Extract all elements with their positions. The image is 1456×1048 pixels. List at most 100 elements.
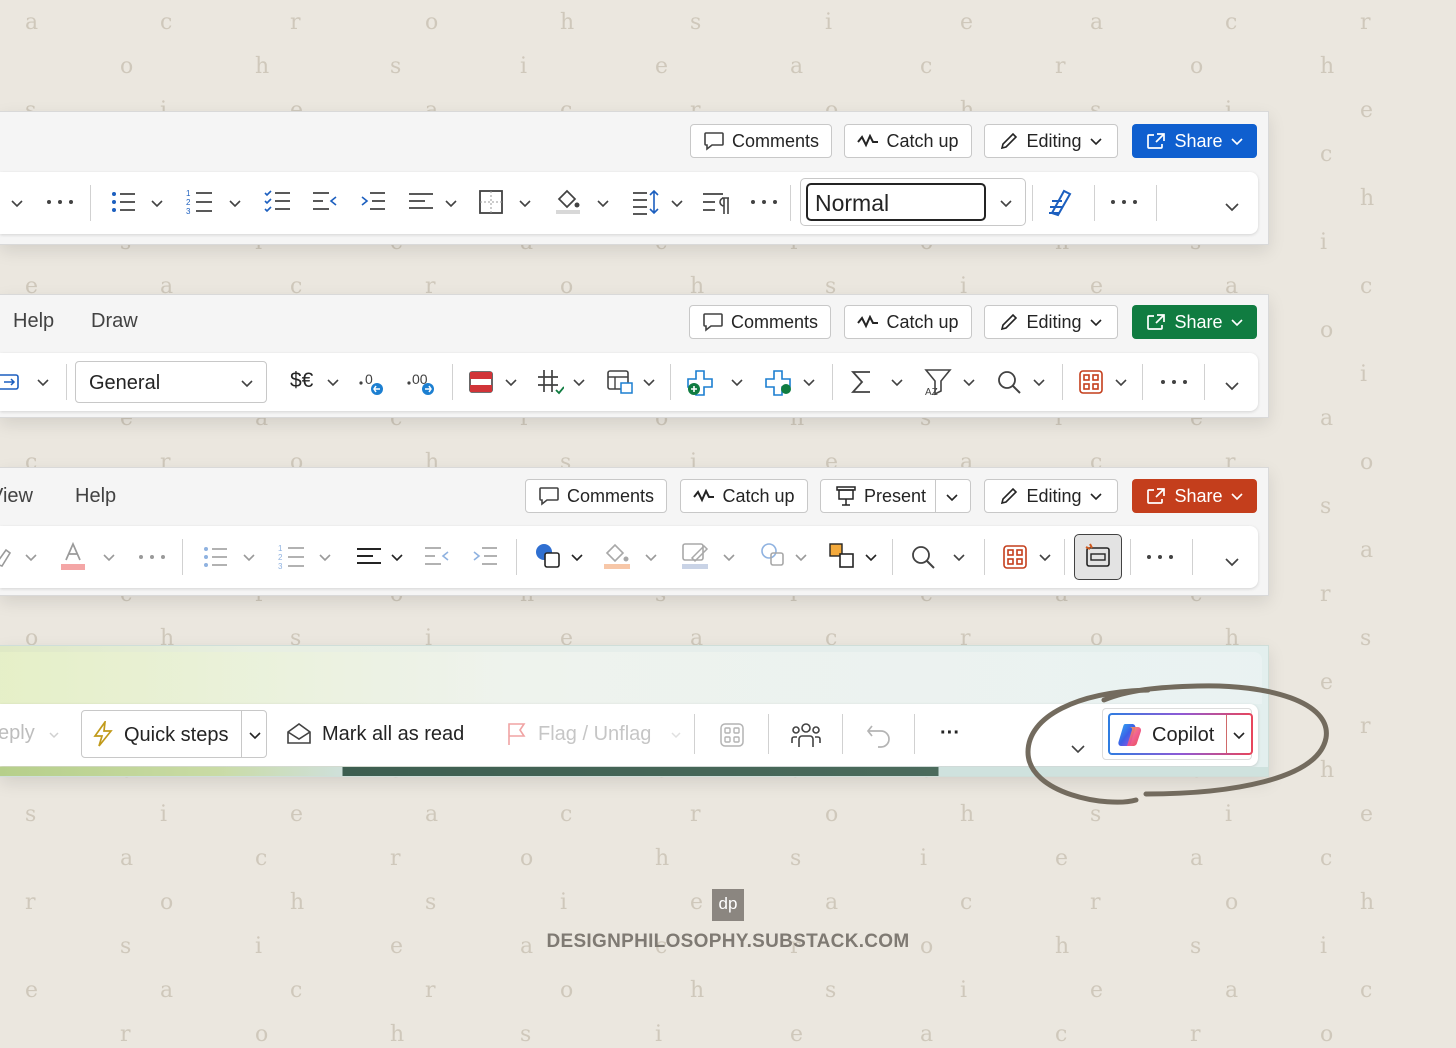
format-as-table-icon[interactable] — [606, 368, 634, 396]
increase-indent-icon[interactable] — [472, 544, 498, 570]
align-left-icon[interactable] — [408, 189, 434, 215]
shapes-icon[interactable] — [534, 542, 562, 570]
people-group-icon[interactable] — [790, 721, 822, 749]
align-left-icon[interactable] — [356, 544, 382, 570]
chevron-down-icon[interactable] — [572, 377, 586, 387]
increase-indent-icon[interactable] — [360, 189, 386, 215]
chevron-down-icon[interactable] — [248, 730, 262, 740]
number-format-select[interactable]: General — [75, 361, 267, 403]
expand-ribbon-icon[interactable] — [1224, 202, 1240, 212]
chevron-down-icon[interactable] — [1114, 377, 1128, 387]
catch-up-button[interactable]: Catch up — [844, 124, 972, 158]
find-search-icon[interactable] — [996, 369, 1022, 395]
chevron-down-icon[interactable] — [390, 552, 404, 562]
chevron-down-icon[interactable] — [48, 730, 60, 740]
add-ins-icon[interactable] — [1078, 369, 1104, 395]
chevron-down-icon[interactable] — [326, 377, 340, 387]
find-search-icon[interactable] — [910, 544, 936, 570]
borders-icon[interactable] — [478, 189, 504, 215]
increase-decimal-icon[interactable]: 00 — [406, 367, 438, 397]
style-input[interactable]: Normal — [806, 183, 986, 221]
chevron-down-icon[interactable] — [644, 552, 658, 562]
chevron-down-icon[interactable] — [518, 198, 532, 208]
chevron-down-icon[interactable] — [318, 552, 332, 562]
chevron-down-icon[interactable] — [1032, 377, 1046, 387]
chevron-down-icon[interactable] — [596, 198, 610, 208]
decrease-decimal-icon[interactable]: 0 — [358, 367, 388, 397]
chevron-down-icon[interactable] — [228, 198, 242, 208]
numbered-list-icon[interactable]: 123 — [186, 187, 214, 215]
chevron-down-icon[interactable] — [952, 552, 966, 562]
line-spacing-icon[interactable] — [632, 188, 660, 216]
undo-icon[interactable] — [866, 722, 892, 748]
chevron-down-icon[interactable] — [864, 552, 878, 562]
more-options-icon[interactable]: ··· — [940, 722, 960, 745]
catch-up-button[interactable]: Catch up — [680, 479, 808, 513]
sort-filter-icon[interactable]: AZ — [924, 367, 954, 397]
bullet-list-icon[interactable] — [110, 189, 136, 215]
chevron-down-icon[interactable] — [794, 552, 808, 562]
more-options-icon[interactable] — [1160, 378, 1188, 386]
chevron-down-icon[interactable] — [999, 198, 1013, 208]
chevron-down-icon[interactable] — [670, 198, 684, 208]
chevron-down-icon[interactable] — [945, 492, 959, 502]
more-options-icon[interactable] — [1146, 553, 1174, 561]
arrange-icon[interactable] — [828, 542, 856, 570]
expand-ribbon-icon[interactable] — [1224, 557, 1240, 567]
shape-outline-icon[interactable] — [680, 540, 710, 570]
delete-cells-icon[interactable] — [764, 367, 794, 397]
decrease-indent-icon[interactable] — [424, 544, 450, 570]
editing-mode-button[interactable]: Editing — [984, 305, 1118, 339]
chevron-down-icon[interactable] — [36, 377, 50, 387]
chevron-down-icon[interactable] — [102, 552, 116, 562]
shading-icon[interactable] — [554, 187, 582, 215]
chevron-down-icon[interactable] — [962, 377, 976, 387]
designer-button[interactable] — [1074, 534, 1122, 580]
bullet-list-icon[interactable] — [202, 544, 228, 570]
autosum-icon[interactable] — [850, 369, 874, 395]
chevron-down-icon[interactable] — [504, 377, 518, 387]
chevron-down-icon[interactable] — [10, 198, 24, 208]
chevron-down-icon[interactable] — [444, 198, 458, 208]
chevron-down-icon[interactable] — [150, 198, 164, 208]
more-options-icon[interactable] — [750, 198, 778, 206]
chevron-down-icon[interactable] — [1038, 552, 1052, 562]
chevron-down-icon[interactable] — [670, 730, 682, 740]
share-button[interactable]: Share — [1132, 479, 1257, 513]
paragraph-mark-icon[interactable] — [702, 189, 730, 215]
chevron-down-icon[interactable] — [570, 552, 584, 562]
designer-pen-icon[interactable] — [1046, 187, 1076, 217]
editing-mode-button[interactable]: Editing — [984, 124, 1118, 158]
insert-cells-icon[interactable] — [686, 367, 716, 397]
decrease-indent-icon[interactable] — [312, 189, 338, 215]
present-button[interactable]: Present — [820, 479, 971, 513]
conditional-formatting-icon[interactable] — [468, 370, 494, 394]
cell-borders-icon[interactable] — [536, 368, 564, 396]
tab-view[interactable]: View — [0, 485, 33, 508]
wrap-text-icon[interactable] — [0, 372, 20, 392]
comments-button[interactable]: Comments — [689, 305, 831, 339]
highlight-icon[interactable] — [0, 546, 12, 568]
flag-unflag-button[interactable]: Flag / Unflag — [506, 714, 651, 754]
currency-format-button[interactable]: $€ — [290, 369, 313, 393]
chevron-down-icon[interactable] — [24, 552, 38, 562]
checklist-icon[interactable] — [264, 189, 292, 215]
tab-draw[interactable]: Draw — [91, 310, 138, 333]
shape-fill-icon[interactable] — [602, 540, 632, 570]
reply-button[interactable]: eply — [0, 722, 35, 745]
chevron-down-icon[interactable] — [722, 552, 736, 562]
comments-button[interactable]: Comments — [690, 124, 832, 158]
chevron-down-icon[interactable] — [242, 552, 256, 562]
share-button[interactable]: Share — [1132, 305, 1257, 339]
shape-effects-icon[interactable] — [758, 540, 788, 570]
add-ins-icon[interactable] — [1002, 544, 1028, 570]
chevron-down-icon[interactable] — [802, 377, 816, 387]
more-options-icon[interactable] — [138, 553, 166, 561]
style-selector[interactable]: Normal — [800, 178, 1026, 226]
chevron-down-icon[interactable] — [730, 377, 744, 387]
apps-grid-icon[interactable] — [720, 723, 744, 747]
more-options-icon[interactable] — [46, 198, 74, 206]
chevron-down-icon[interactable] — [890, 377, 904, 387]
share-button[interactable]: Share — [1132, 124, 1257, 158]
quick-steps-button[interactable]: Quick steps — [81, 710, 267, 758]
